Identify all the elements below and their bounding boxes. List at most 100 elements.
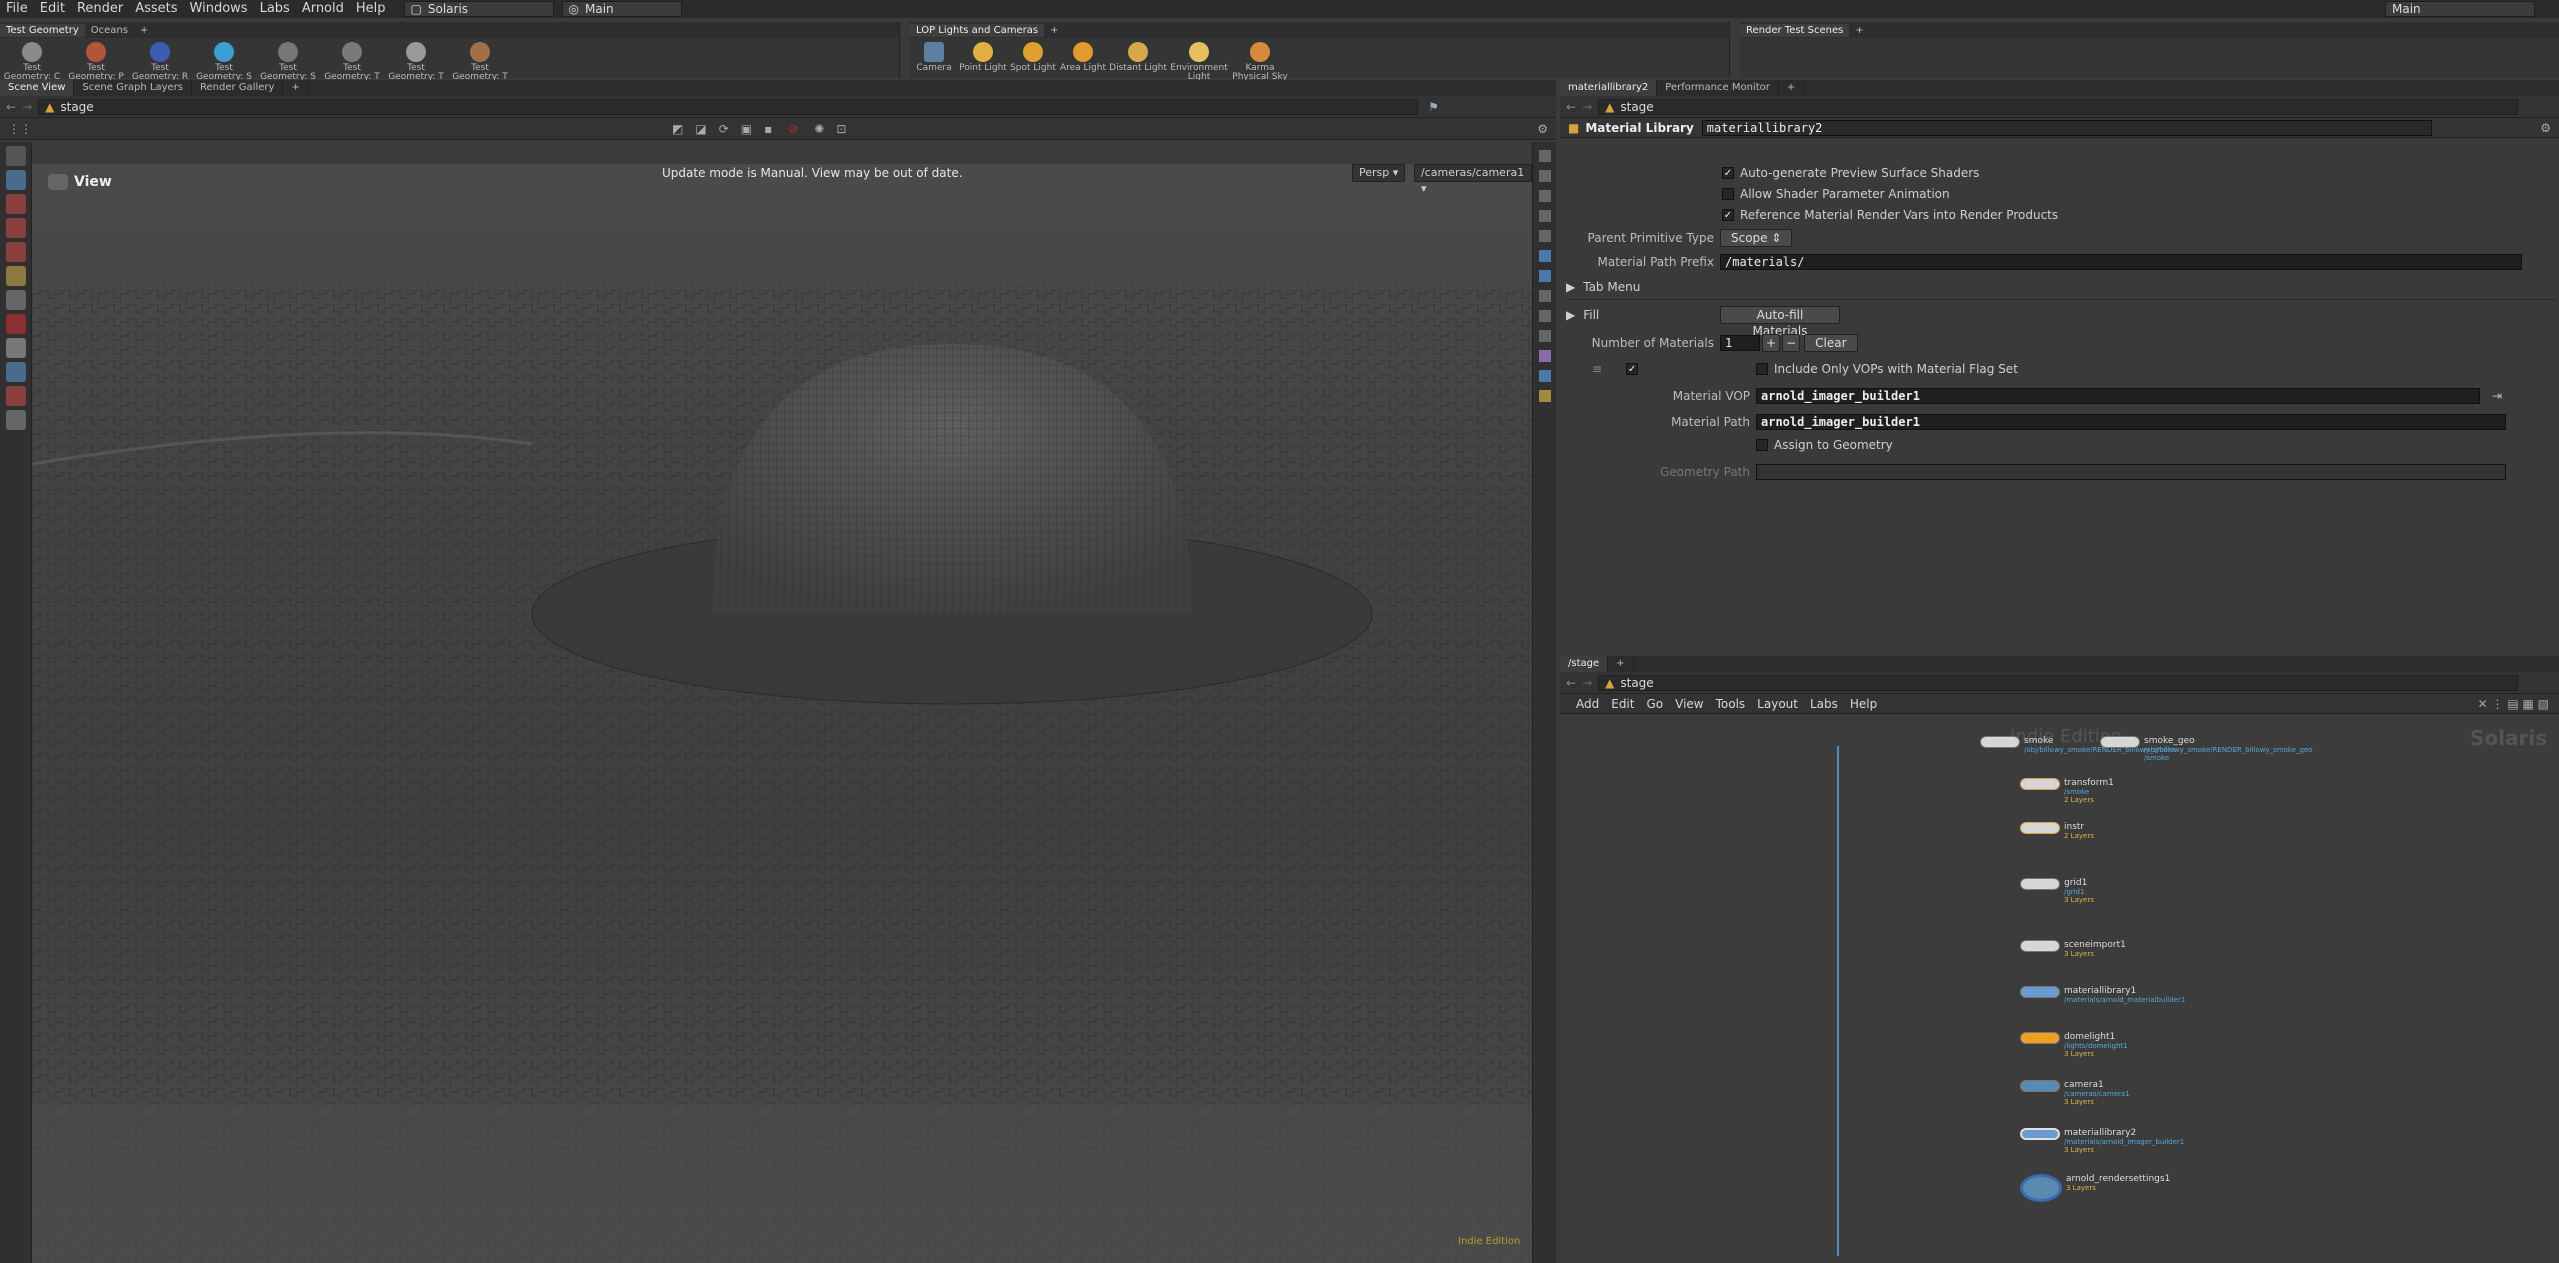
settings-icon[interactable]: ⚙ [1537, 122, 1548, 136]
tool-test-geo-p[interactable]: Test Geometry: P [64, 42, 128, 82]
net-menu-add[interactable]: Add [1570, 695, 1605, 713]
render-icon[interactable]: ▪ [764, 122, 772, 136]
tool-spot-light[interactable]: Spot Light [1008, 42, 1058, 82]
guides-icon[interactable] [1539, 330, 1551, 342]
stop-icon[interactable]: ⊘ [788, 122, 798, 136]
background-icon[interactable] [1539, 290, 1551, 302]
fill-folder[interactable]: ▶ Fill [1566, 308, 1599, 322]
back-arrow-icon[interactable]: ← [1566, 100, 1576, 114]
ref-render-vars-checkbox[interactable]: ✓ [1722, 209, 1734, 221]
net-menu-help[interactable]: Help [1844, 695, 1883, 713]
shelf-tab-lop-lights[interactable]: LOP Lights and Cameras [910, 23, 1045, 37]
shelf-tab-test-geometry[interactable]: Test Geometry [0, 23, 85, 37]
tool-test-geo-t3[interactable]: Test Geometry: T [448, 42, 512, 82]
back-arrow-icon[interactable]: ← [6, 100, 16, 114]
tool-test-geo-t2[interactable]: Test Geometry: T [384, 42, 448, 82]
tool-test-geo-s2[interactable]: Test Geometry: S [256, 42, 320, 82]
lock-camera-icon[interactable] [1539, 190, 1551, 202]
viewport-light-icon[interactable] [1539, 390, 1551, 402]
parent-prim-menu[interactable]: Scope ⇕ [1720, 229, 1793, 247]
node-arnold-rendersettings1[interactable]: arnold_rendersettings1 3 Layers [2020, 1174, 2170, 1202]
clear-button[interactable]: Clear [1804, 334, 1858, 352]
move-icon[interactable] [6, 194, 26, 214]
menu-file[interactable]: File [0, 0, 34, 18]
node-sceneimport1[interactable]: sceneimport1 3 Layers [2020, 940, 2126, 958]
node-instr[interactable]: instr 2 Layers [2020, 822, 2094, 840]
persp-menu[interactable]: Persp ▾ [1352, 164, 1406, 182]
menu-edit[interactable]: Edit [34, 0, 71, 18]
net-menu-go[interactable]: Go [1640, 695, 1669, 713]
edit-tool-icon[interactable] [6, 290, 26, 310]
network-tools-icon[interactable]: ✕ ⋮ ▤ ▦ ▧ [2478, 697, 2549, 711]
menu-windows[interactable]: Windows [184, 0, 254, 18]
add-shelf-icon[interactable]: + [134, 24, 154, 37]
layout-icon[interactable] [1539, 370, 1551, 382]
add-shelf-icon[interactable]: + [1044, 24, 1064, 37]
tab-scene-graph-layers[interactable]: Scene Graph Layers [74, 80, 193, 96]
node-name-field[interactable] [1701, 119, 2432, 136]
tab-performance-monitor[interactable]: Performance Monitor [1657, 80, 1779, 96]
bowl-icon[interactable] [6, 410, 26, 430]
forward-arrow-icon[interactable]: → [1582, 100, 1592, 114]
menu-arnold[interactable]: Arnold [296, 0, 350, 18]
net-menu-tools[interactable]: Tools [1710, 695, 1752, 713]
tool-distant-light[interactable]: Distant Light [1108, 42, 1168, 82]
node-materiallibrary1[interactable]: materiallibrary1/materials/arnold_materi… [2020, 986, 2185, 1004]
rotate-icon[interactable] [6, 218, 26, 238]
pin-icon[interactable]: ⚑ [1428, 100, 1439, 114]
tool-karma-sky[interactable]: Karma Physical Sky [1230, 42, 1290, 82]
auto-preview-checkbox[interactable]: ✓ [1722, 167, 1734, 179]
net-menu-edit[interactable]: Edit [1605, 695, 1640, 713]
shelf-tab-render-test[interactable]: Render Test Scenes [1740, 23, 1850, 37]
network-canvas[interactable]: Indie Edition Solaris smoke/obj/billowy_… [1560, 716, 2559, 1263]
net-menu-view[interactable]: View [1669, 695, 1709, 713]
allow-anim-checkbox[interactable] [1722, 188, 1734, 200]
snapshot-icon[interactable]: ⊡ [836, 122, 846, 136]
node-domelight1[interactable]: domelight1/lights/domelight1 3 Layers [2020, 1032, 2128, 1058]
viewport[interactable]: View Update mode is Manual. View may be … [32, 164, 1532, 1263]
drag-handle-icon[interactable]: ≡ [1592, 362, 1602, 376]
tool-test-geo-t1[interactable]: Test Geometry: T [320, 42, 384, 82]
tool-test-geo-c[interactable]: Test Geometry: C [0, 42, 64, 82]
camera-view-icon[interactable] [48, 174, 68, 190]
display-icon[interactable]: ▣ [741, 122, 752, 136]
add-material-button[interactable]: + [1762, 334, 1781, 352]
pose-icon[interactable] [6, 338, 26, 358]
ghost-icon[interactable] [1539, 310, 1551, 322]
tool-test-geo-r[interactable]: Test Geometry: R [128, 42, 192, 82]
mat-prefix-field[interactable] [1720, 254, 2522, 270]
net-menu-labs[interactable]: Labs [1804, 695, 1844, 713]
assign-geo-checkbox[interactable] [1756, 439, 1768, 451]
mat-vop-field[interactable] [1756, 388, 2480, 404]
camera-menu[interactable]: /cameras/camera1 ▾ [1414, 164, 1532, 195]
add-tab-icon[interactable]: + [283, 80, 309, 96]
tab-scene-view[interactable]: Scene View [0, 80, 75, 96]
shelf-tab-oceans[interactable]: Oceans [85, 24, 134, 37]
headlight-icon[interactable] [1539, 230, 1551, 242]
node-camera1[interactable]: camera1/cameras/camera1 3 Layers [2020, 1080, 2130, 1106]
tab-stage[interactable]: /stage [1560, 656, 1609, 672]
lights-icon[interactable]: ✺ [814, 122, 824, 136]
autofill-button[interactable]: Auto-fill Materials [1720, 306, 1840, 338]
display-options-icon[interactable] [1539, 170, 1551, 182]
wireframe-icon[interactable] [1539, 270, 1551, 282]
tool-area-light[interactable]: Area Light [1058, 42, 1108, 82]
tool-environment-light[interactable]: Environment Light [1168, 42, 1230, 82]
tool-point-light[interactable]: Point Light [958, 42, 1008, 82]
scale-icon[interactable] [6, 242, 26, 262]
record-icon[interactable] [6, 386, 26, 406]
context-selector[interactable]: ◎ Main [561, 1, 682, 17]
select-tool-icon[interactable]: ◩ [672, 122, 683, 136]
tab-menu-folder[interactable]: ▶ Tab Menu [1566, 280, 1640, 294]
lock-icon[interactable] [6, 170, 26, 190]
params-path-field[interactable]: ▲ stage [1598, 98, 2519, 115]
back-arrow-icon[interactable]: ← [1566, 676, 1576, 690]
snap-icon[interactable]: ◪ [695, 122, 706, 136]
forward-arrow-icon[interactable]: → [1582, 676, 1592, 690]
forward-arrow-icon[interactable]: → [22, 100, 32, 114]
tab-render-gallery[interactable]: Render Gallery [192, 80, 284, 96]
node-materiallibrary2[interactable]: materiallibrary2/materials/arnold_imager… [2020, 1128, 2184, 1154]
add-tab-icon[interactable]: + [1608, 656, 1634, 672]
particles-icon[interactable] [1539, 350, 1551, 362]
view-tool-icon[interactable] [6, 362, 26, 382]
